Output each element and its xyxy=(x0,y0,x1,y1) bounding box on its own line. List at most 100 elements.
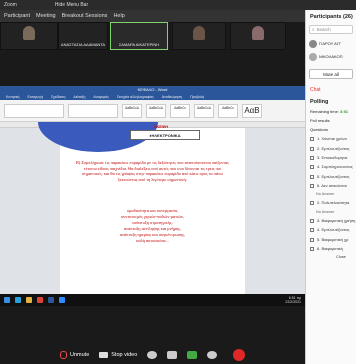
table-cell: ♦ΗΛΕΚΤΡΟΝΙΚΑ xyxy=(130,130,200,140)
video-tile[interactable] xyxy=(0,22,58,50)
search-icon: ⌕ xyxy=(312,27,315,32)
video-strip: ΑΝΑΣΤΑΣΙΑ ΑΔΑΜΑΝΤΑ ΣΑΜΑΡΑ ΑΙΚΑΤΕΡΙΝΗ xyxy=(0,22,305,50)
word-tab[interactable]: Αναθεώρηση xyxy=(162,95,182,99)
stop-video-button[interactable]: Stop video xyxy=(99,352,137,358)
poll-option[interactable]: 4. Συμπληρώνοντας xyxy=(306,162,356,171)
poll-option[interactable]: 1. Χάνεται χρόνο xyxy=(306,134,356,143)
video-tile[interactable] xyxy=(230,22,286,50)
folder-icon[interactable] xyxy=(26,297,32,303)
word-tab[interactable]: Διάταξη xyxy=(73,95,85,99)
word-tab[interactable]: Αναφορές xyxy=(93,95,109,99)
chat-label[interactable]: Chat xyxy=(306,81,356,95)
checkbox xyxy=(310,137,314,142)
style-preset[interactable]: AaBbCcΔ xyxy=(122,103,142,118)
reactions-button[interactable] xyxy=(207,351,218,359)
video-tile[interactable]: ΑΝΑΣΤΑΣΙΑ ΑΔΑΜΑΝΤΑ xyxy=(58,22,108,50)
checkbox xyxy=(310,174,314,179)
poll-option-label: 3. Εποικοδομητικ xyxy=(317,154,348,160)
mute-all-button[interactable]: Mute all xyxy=(309,69,353,79)
participant-name: ΓΙΑΡΟΥ ΑΓΓ xyxy=(319,41,342,46)
share-button[interactable] xyxy=(187,351,198,359)
checkbox xyxy=(310,246,314,251)
word-tab[interactable]: Εισαγωγή xyxy=(28,95,43,99)
poll-option[interactable]: 3. Εποικοδομητικ xyxy=(306,153,356,162)
style-preset[interactable]: AaBbCc xyxy=(218,103,238,118)
word-tab[interactable]: Σχεδίαση xyxy=(51,95,65,99)
list-item: ανάπτυξη στρατηγικής, xyxy=(132,220,173,225)
video-tile-active[interactable]: ΣΑΜΑΡΑ ΑΙΚΑΤΕΡΙΝΗ xyxy=(110,22,168,50)
poll-option[interactable]: 6. Βιαφορετική xyxy=(306,244,356,253)
checkbox xyxy=(310,201,314,206)
hide-menu-bar[interactable]: Hide Menu Bar xyxy=(55,2,88,8)
start-icon[interactable] xyxy=(4,297,10,303)
questions-label: Questions xyxy=(310,127,329,132)
avatar xyxy=(309,52,317,61)
word-tab[interactable]: Στοιχεία αλληλογραφίας xyxy=(117,95,154,99)
side-panel: Participants (26) ⌕ Search ΓΙΑΡΟΥ ΑΓΓ ΝΙ… xyxy=(305,10,356,364)
list-item: ομαδικότητα και συνεργασία, xyxy=(126,208,179,213)
participant-video xyxy=(193,26,205,40)
poll-option-label: 6. Δεν ασκούνται xyxy=(317,183,347,189)
paragraph: Β) Συμπλήρωσε τις παρακάτω πυραμίδα με τ… xyxy=(76,160,229,182)
participant-video xyxy=(23,26,35,40)
chat-button[interactable] xyxy=(167,351,178,359)
participants-title: Participants (26) xyxy=(310,14,353,20)
poll-option-label: 4. Συμπληρώνοντας xyxy=(317,164,353,170)
menu-participant[interactable]: Participant xyxy=(4,13,30,19)
participant-row[interactable]: ΝΙΚΟΛΑΚΟΠ xyxy=(306,50,356,63)
poll-option-label: 3. Βιαφορετική χρήση xyxy=(317,217,356,223)
zoom-icon[interactable] xyxy=(59,297,65,303)
unmute-button[interactable]: Unmute xyxy=(60,351,89,359)
poll-option[interactable]: 6. Δεν ασκούνται xyxy=(306,181,356,190)
style-preset[interactable]: AaBbCc xyxy=(170,103,190,118)
menu-help[interactable]: Help xyxy=(113,13,124,19)
poll-option[interactable]: 3. Βιαφορετική χρήση xyxy=(306,216,356,225)
end-button[interactable] xyxy=(233,349,246,361)
remaining-label: Remaining time: xyxy=(310,109,339,114)
checkbox xyxy=(310,218,314,223)
list-item: καλή αυτοεικόνα... xyxy=(136,238,169,243)
no-answer: No Answer xyxy=(316,192,335,197)
word-icon[interactable] xyxy=(48,297,54,303)
checkbox xyxy=(310,155,314,160)
polling-title: Polling xyxy=(310,99,329,105)
poll-option[interactable]: 5. Εμπλουτίζοντας xyxy=(306,172,356,181)
participant-video xyxy=(252,26,264,40)
close-link[interactable]: Close xyxy=(306,253,356,261)
participants-search[interactable]: ⌕ Search xyxy=(309,25,353,34)
font-controls[interactable] xyxy=(4,103,64,118)
chrome-icon[interactable] xyxy=(37,297,43,303)
mic-off-icon xyxy=(60,351,67,359)
participant-row[interactable]: ΓΙΑΡΟΥ ΑΓΓ xyxy=(306,37,356,50)
word-tab[interactable]: Προβολή xyxy=(190,95,204,99)
poll-option[interactable]: 4. Εμπλουτίζοντας xyxy=(306,225,356,234)
style-preset[interactable]: AaBbCcΔ xyxy=(146,103,166,118)
poll-results: Poll results xyxy=(310,118,330,123)
unmute-label: Unmute xyxy=(70,352,90,358)
shared-screen: ΚΕΦΑΛΟ - Word Κεντρική Εισαγωγή Σχεδίαση… xyxy=(0,86,305,306)
list-item: ανάπτυξη αντίληψης και μνήμης, xyxy=(123,226,182,231)
stop-video-label: Stop video xyxy=(111,352,138,358)
edge-icon[interactable] xyxy=(15,297,21,303)
checkbox xyxy=(310,165,314,170)
word-titlebar: ΚΕΦΑΛΟ - Word xyxy=(0,86,305,94)
word-tab[interactable]: Κεντρική xyxy=(6,95,20,99)
style-preset[interactable]: AaBbCcΔ xyxy=(194,103,214,118)
video-name: ΑΝΑΣΤΑΣΙΑ ΑΔΑΜΑΝΤΑ xyxy=(60,42,106,47)
paragraph-controls[interactable] xyxy=(68,103,118,118)
poll-option[interactable]: 2. Εμπλουτίζοντας xyxy=(306,143,356,152)
word-ribbon: AaBbCcΔ AaBbCcΔ AaBbCc AaBbCcΔ AaBbCc Aα… xyxy=(0,100,305,122)
participant-name: ΝΙΚΟΛΑΚΟΠ xyxy=(319,54,343,59)
participants-button[interactable] xyxy=(147,351,158,359)
menu-breakout[interactable]: Breakout Sessions xyxy=(62,13,108,19)
poll-option-label: 6. Βιαφορετική xyxy=(317,245,343,251)
menu-meeting[interactable]: Meeting xyxy=(36,13,56,19)
poll-option[interactable]: 5. Βιαφορετική χρ xyxy=(306,234,356,243)
poll-option-label: 1. Χάνεται χρόνο xyxy=(317,136,347,142)
list-item: συντονισμός χεριών-ποδιών-ματιών, xyxy=(120,214,185,219)
video-tile[interactable] xyxy=(172,22,226,50)
poll-option[interactable]: 2. Πολυπλοκότητα xyxy=(306,198,356,207)
style-preset[interactable]: AαΒ xyxy=(242,103,262,118)
video-name: ΣΑΜΑΡΑ ΑΙΚΑΤΕΡΙΝΗ xyxy=(118,42,160,47)
remaining-time: Remaining time: 3:51 xyxy=(306,107,356,116)
